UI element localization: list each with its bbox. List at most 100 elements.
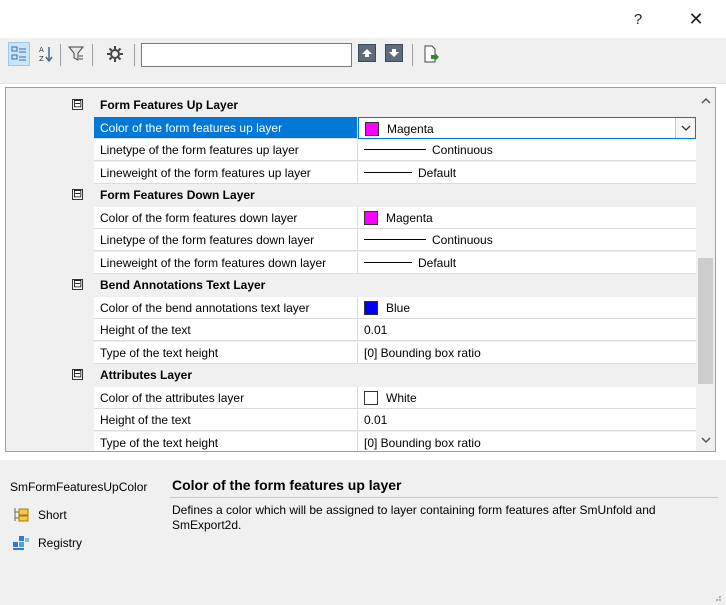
property-value[interactable]: 0.01 — [358, 319, 696, 341]
chevron-down-icon — [681, 125, 690, 131]
property-value-text: 0.01 — [364, 323, 388, 337]
property-value-text: Continuous — [432, 233, 493, 247]
collapse-icon[interactable]: ⊟ — [72, 189, 83, 200]
help-button[interactable]: ? — [616, 0, 660, 38]
category-label: Form Features Down Layer — [100, 188, 255, 202]
color-swatch — [364, 300, 378, 315]
description-text: Defines a color which will be assigned t… — [172, 503, 656, 532]
close-button[interactable]: ✕ — [674, 0, 718, 38]
short-tree-icon — [12, 507, 30, 523]
svg-text:Z: Z — [39, 55, 44, 63]
category-label: Bend Annotations Text Layer — [100, 278, 266, 292]
categorized-view-button[interactable] — [8, 42, 30, 66]
alphabetical-sort-button[interactable]: A Z — [35, 42, 57, 66]
dropdown-button[interactable] — [675, 117, 695, 138]
property-name[interactable]: Lineweight of the form features down lay… — [94, 251, 358, 274]
property-row[interactable]: Color of the attributes layer White — [6, 386, 696, 409]
categorized-view-icon — [11, 46, 26, 61]
property-row[interactable]: Height of the text 0.01 — [6, 409, 696, 431]
property-value[interactable]: Blue — [358, 296, 696, 319]
description-title: Color of the form features up layer — [172, 477, 402, 493]
property-row[interactable]: Lineweight of the form features down lay… — [6, 251, 696, 274]
next-match-button[interactable] — [385, 44, 403, 62]
collapse-icon[interactable]: ⊟ — [72, 99, 83, 110]
property-name[interactable]: Color of the attributes layer — [94, 386, 358, 409]
property-value[interactable]: Magenta — [358, 206, 696, 229]
property-row[interactable]: Type of the text height [0] Bounding box … — [6, 431, 696, 451]
property-row[interactable]: Color of the bend annotations text layer… — [6, 296, 696, 319]
property-row[interactable]: Color of the form features up layer Magen… — [6, 116, 696, 139]
property-name[interactable]: Color of the form features up layer — [94, 116, 358, 139]
property-name[interactable]: Color of the bend annotations text layer — [94, 296, 358, 319]
registry-icon — [12, 535, 30, 551]
toolbar-separator — [60, 44, 61, 66]
scroll-down-button[interactable] — [696, 431, 715, 449]
property-value[interactable]: Magenta — [358, 116, 696, 139]
property-value-text: Blue — [386, 300, 411, 315]
property-value[interactable]: Continuous — [358, 229, 696, 251]
property-row[interactable]: Linetype of the form features down layer… — [6, 229, 696, 251]
category-header[interactable]: ⊟ Form Features Up Layer — [6, 94, 696, 116]
property-value-text: White — [386, 390, 417, 405]
resize-grip-icon[interactable] — [712, 592, 722, 602]
collapse-icon[interactable]: ⊟ — [72, 279, 83, 290]
property-name[interactable]: Type of the text height — [94, 431, 358, 451]
property-name[interactable]: Height of the text — [94, 319, 358, 341]
property-name[interactable]: Linetype of the form features down layer — [94, 229, 358, 251]
property-value[interactable]: Default — [358, 251, 696, 274]
property-name[interactable]: Linetype of the form features up layer — [94, 139, 358, 161]
property-grid-body: ⊟ Form Features Up Layer Color of the form… — [6, 88, 696, 451]
title-bar: ? ✕ — [0, 0, 726, 38]
property-value[interactable]: 0.01 — [358, 409, 696, 431]
linetype-sample — [364, 149, 426, 150]
property-row[interactable]: Height of the text 0.01 — [6, 319, 696, 341]
category-header[interactable]: ⊟ Attributes Layer — [6, 364, 696, 386]
property-row[interactable]: Type of the text height [0] Bounding box … — [6, 341, 696, 364]
property-value-text: [0] Bounding box ratio — [364, 435, 481, 450]
property-row[interactable]: Lineweight of the form features up layer… — [6, 161, 696, 184]
settings-icon — [107, 46, 123, 62]
export-button[interactable] — [420, 42, 442, 66]
property-row[interactable]: Color of the form features down layer Mag… — [6, 206, 696, 229]
property-value[interactable]: [0] Bounding box ratio — [358, 341, 696, 364]
property-value-text: Magenta — [386, 210, 433, 225]
chevron-up-icon — [700, 97, 711, 104]
property-value-text: Magenta — [387, 121, 434, 136]
property-row[interactable]: Linetype of the form features up layer Co… — [6, 139, 696, 161]
previous-match-button[interactable] — [358, 44, 376, 62]
filter-icon — [67, 46, 85, 61]
collapse-icon[interactable]: ⊟ — [72, 369, 83, 380]
property-value-text: Default — [418, 165, 457, 180]
property-value-text: [0] Bounding box ratio — [364, 345, 481, 360]
registry-link[interactable]: Registry — [12, 535, 82, 551]
export-icon — [424, 45, 439, 63]
property-name[interactable]: Lineweight of the form features up layer — [94, 161, 358, 184]
property-value[interactable]: Default — [358, 161, 696, 184]
property-name[interactable]: Color of the form features down layer — [94, 206, 358, 229]
toolbar-separator — [92, 44, 93, 66]
chevron-down-icon — [700, 437, 711, 444]
color-swatch — [365, 121, 379, 136]
category-label: Form Features Up Layer — [100, 98, 239, 112]
category-header[interactable]: ⊟ Form Features Down Layer — [6, 184, 696, 206]
divider — [170, 497, 718, 498]
settings-button[interactable] — [104, 42, 126, 66]
category-label: Attributes Layer — [100, 368, 193, 382]
property-value[interactable]: Continuous — [358, 139, 696, 161]
lineweight-sample — [364, 171, 412, 173]
description-panel: SmFormFeaturesUpColor Color of the form … — [0, 460, 726, 605]
linetype-sample — [364, 239, 426, 240]
vertical-scrollbar[interactable] — [696, 88, 715, 451]
scroll-up-button[interactable] — [696, 92, 715, 110]
property-name[interactable]: Type of the text height — [94, 341, 358, 364]
scroll-thumb[interactable] — [698, 258, 713, 384]
property-value[interactable]: White — [358, 386, 696, 409]
property-value[interactable]: [0] Bounding box ratio — [358, 431, 696, 451]
property-name[interactable]: Height of the text — [94, 409, 358, 431]
toolbar-separator — [134, 44, 135, 66]
lineweight-sample — [364, 261, 412, 263]
filter-button[interactable] — [65, 42, 87, 66]
category-header[interactable]: ⊟ Bend Annotations Text Layer — [6, 274, 696, 296]
short-link[interactable]: Short — [12, 507, 67, 523]
search-input[interactable] — [141, 43, 352, 67]
